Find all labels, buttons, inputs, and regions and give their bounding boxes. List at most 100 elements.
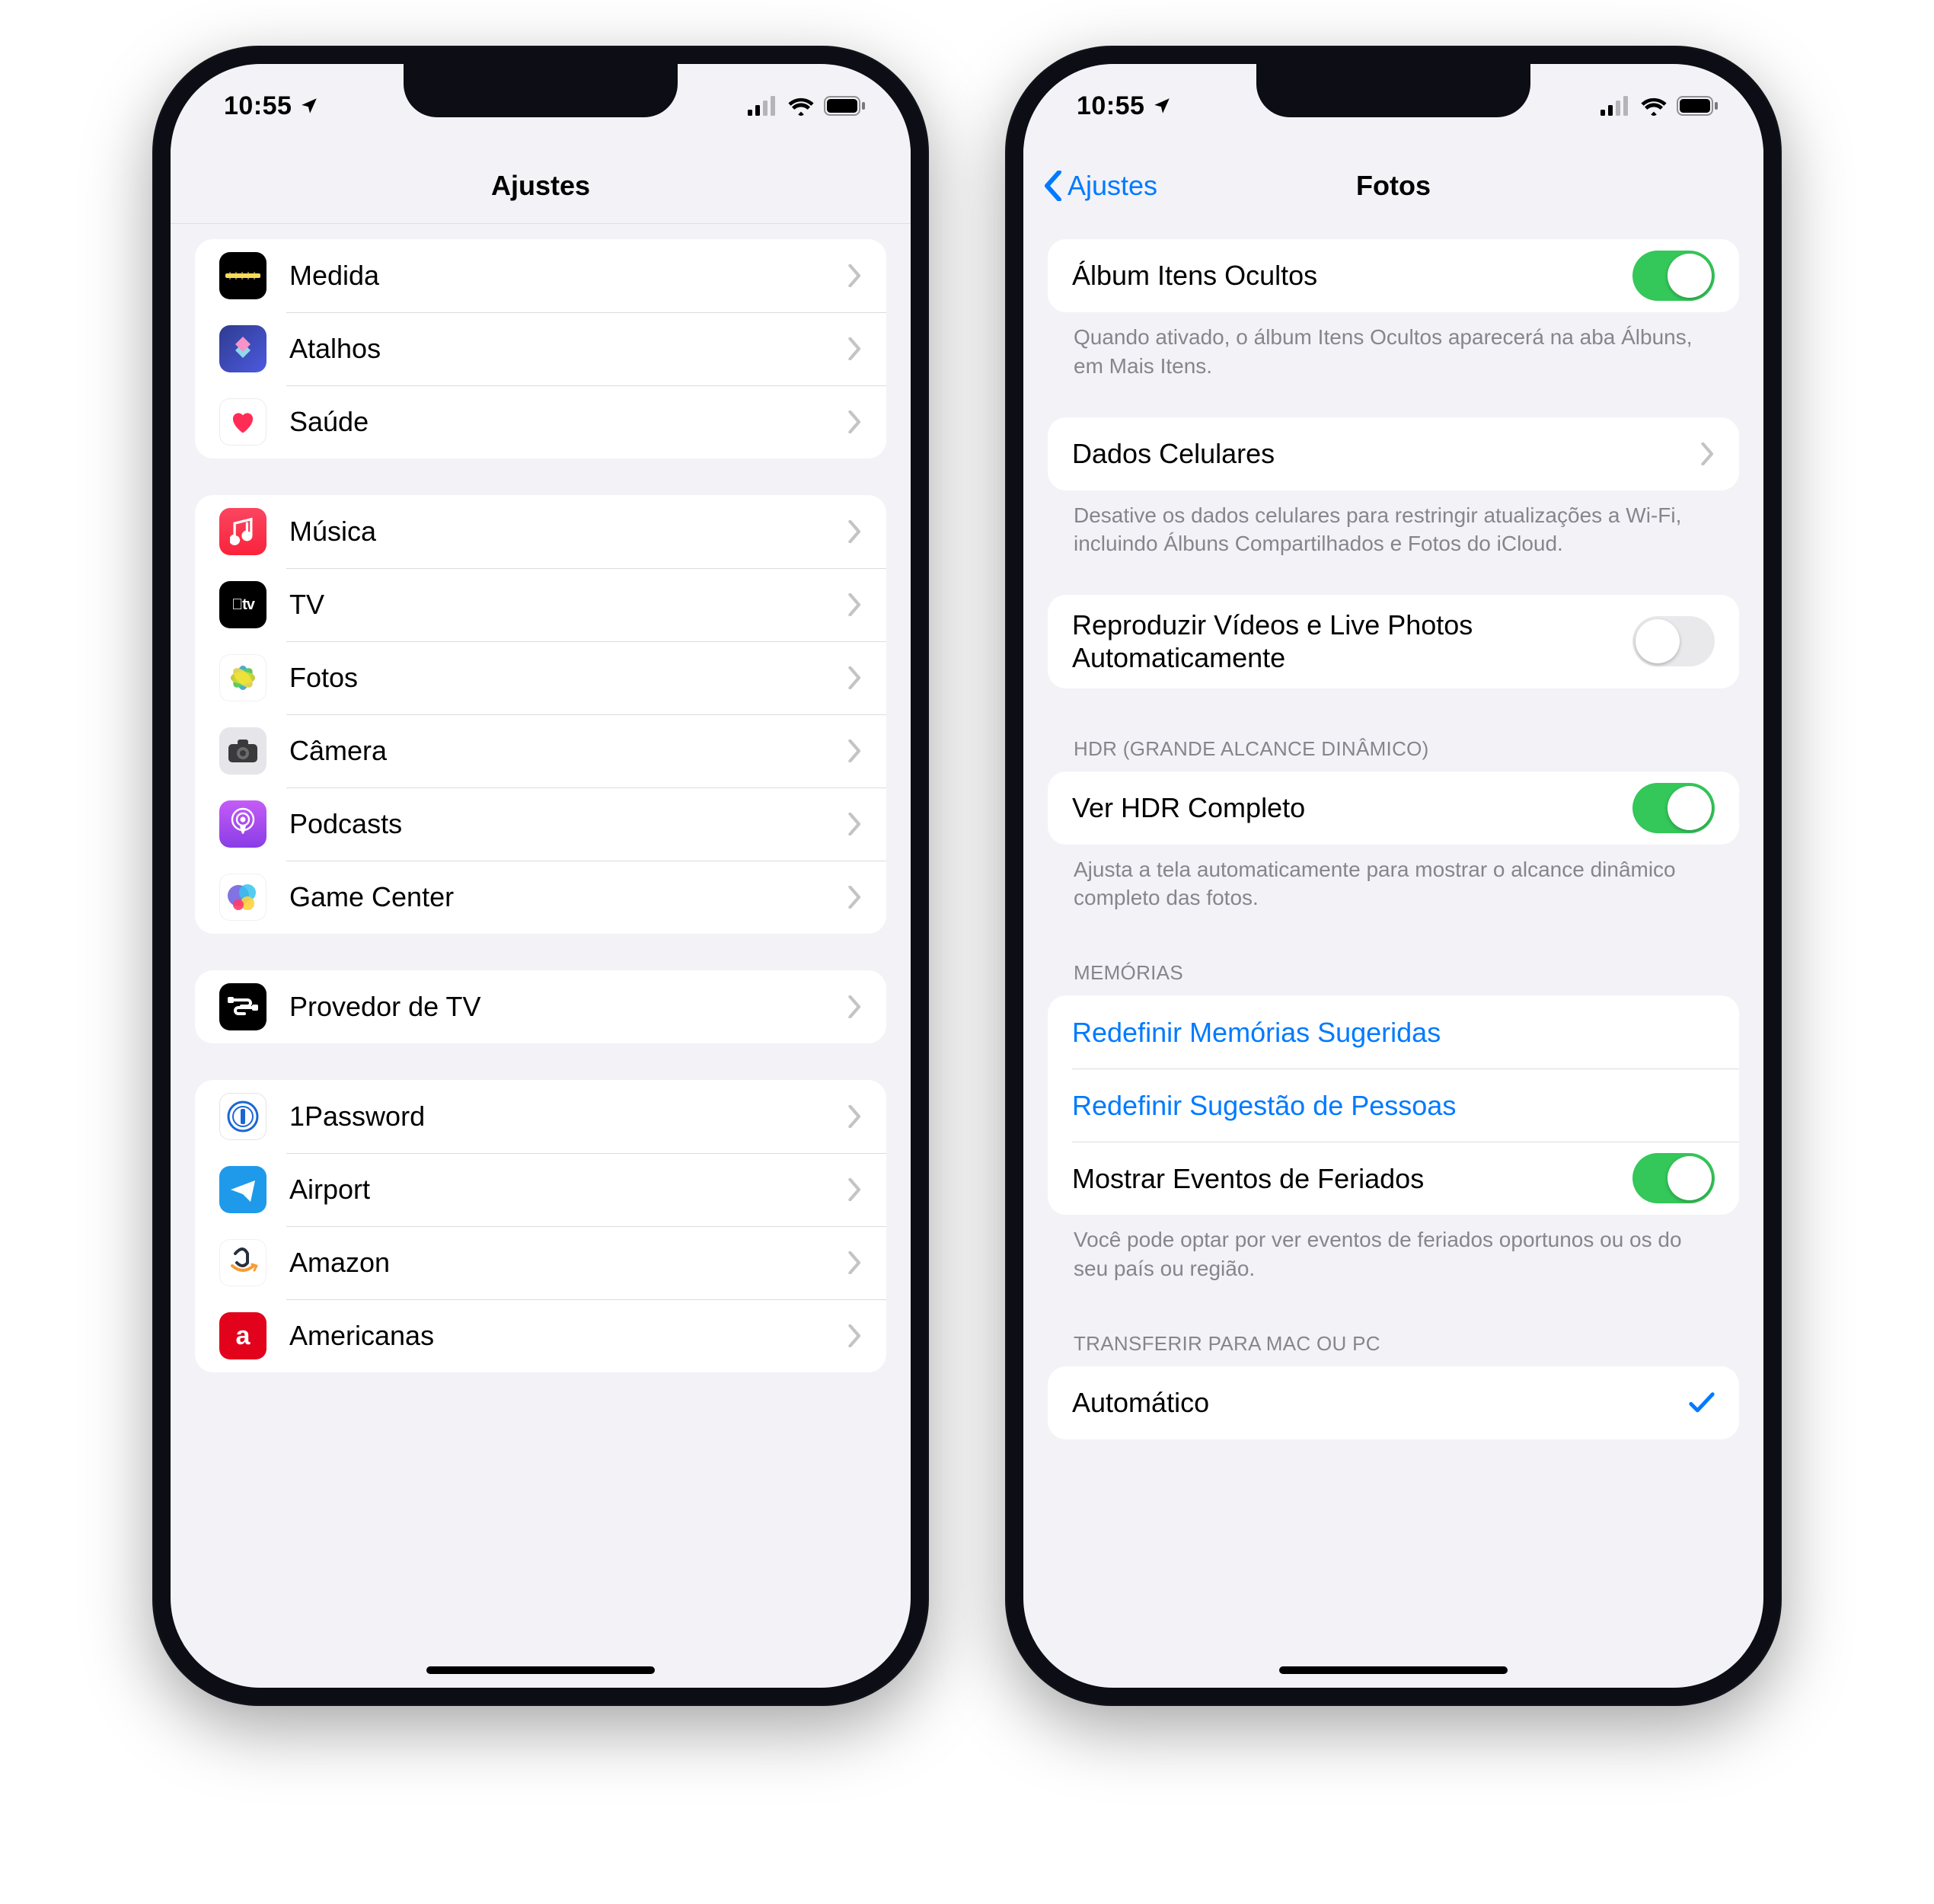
holiday-switch[interactable] [1632,1153,1715,1203]
measure-icon [219,252,266,299]
row-music[interactable]: Música [195,495,886,568]
row-label: Fotos [289,647,848,708]
row-shortcuts[interactable]: Atalhos [195,312,886,385]
phone-left: 10:55 Ajustes Medida [152,46,929,1706]
settings-list[interactable]: Medida Atalhos Saúde [171,224,911,1688]
home-indicator[interactable] [1279,1666,1508,1674]
device-notch [1256,64,1530,117]
photos-icon [219,654,266,701]
status-time: 10:55 [224,91,292,121]
row-photos[interactable]: Fotos [195,641,886,714]
row-1password[interactable]: 1Password [195,1080,886,1153]
row-label: Saúde [289,391,848,452]
hdr-switch[interactable] [1632,783,1715,833]
row-tv[interactable]: tv TV [195,568,886,641]
row-label: Automático [1072,1372,1689,1433]
row-label: Amazon [289,1232,848,1292]
chevron-right-icon [848,411,862,433]
amazon-icon [219,1239,266,1286]
row-label: Música [289,501,848,561]
onepassword-icon [219,1093,266,1140]
row-gamecenter[interactable]: Game Center [195,861,886,934]
chevron-right-icon [848,813,862,835]
photos-settings[interactable]: Álbum Itens Ocultos Quando ativado, o ál… [1023,224,1763,1688]
row-label: Câmera [289,720,848,781]
row-reset-people[interactable]: Redefinir Sugestão de Pessoas [1048,1069,1739,1142]
nav-bar: Ajustes Fotos [1023,148,1763,224]
location-icon [1152,96,1172,116]
chevron-right-icon [848,995,862,1018]
row-autoplay[interactable]: Reproduzir Vídeos e Live Photos Automati… [1048,595,1739,688]
row-camera[interactable]: Câmera [195,714,886,787]
chevron-right-icon [848,1178,862,1201]
row-label: Dados Celulares [1072,423,1701,484]
music-icon [219,508,266,555]
hdr-header: HDR (GRANDE ALCANCE DINÂMICO) [1048,725,1739,762]
shortcuts-icon [219,325,266,372]
device-notch [404,64,678,117]
back-label: Ajustes [1068,170,1157,202]
row-label: Americanas [289,1305,848,1366]
chevron-right-icon [848,264,862,287]
hidden-album-switch[interactable] [1632,251,1715,301]
gamecenter-icon [219,874,266,921]
hdr-footer: Ajusta a tela automaticamente para mostr… [1048,845,1739,913]
chevron-right-icon [848,666,862,689]
row-label: 1Password [289,1086,848,1146]
row-hdr[interactable]: Ver HDR Completo [1048,772,1739,845]
phone-right: 10:55 Ajustes Fotos Álbum Itens Ocultos [1005,46,1782,1706]
battery-icon [824,96,866,116]
row-hidden-album[interactable]: Álbum Itens Ocultos [1048,239,1739,312]
row-label: Game Center [289,867,848,927]
chevron-right-icon [848,593,862,616]
podcasts-icon [219,800,266,848]
row-health[interactable]: Saúde [195,385,886,458]
wifi-icon [787,96,815,116]
row-tv-provider[interactable]: Provedor de TV [195,970,886,1043]
row-label: Airport [289,1159,848,1219]
chevron-right-icon [848,1251,862,1274]
tvprovider-icon [219,983,266,1030]
row-label: Redefinir Sugestão de Pessoas [1072,1075,1715,1136]
autoplay-switch[interactable] [1632,616,1715,666]
row-transfer-auto[interactable]: Automático [1048,1366,1739,1439]
row-holiday-events[interactable]: Mostrar Eventos de Feriados [1048,1142,1739,1215]
cell-signal-icon [748,96,778,116]
chevron-right-icon [848,520,862,543]
battery-icon [1677,96,1719,116]
americanas-icon: a [219,1312,266,1359]
memories-header: MEMÓRIAS [1048,949,1739,986]
row-cellular-data[interactable]: Dados Celulares [1048,417,1739,490]
page-title: Fotos [1356,170,1431,202]
row-label: Podcasts [289,794,848,854]
row-americanas[interactable]: a Americanas [195,1299,886,1372]
chevron-right-icon [1701,442,1715,465]
nav-bar: Ajustes [171,148,911,224]
row-amazon[interactable]: Amazon [195,1226,886,1299]
airport-icon [219,1166,266,1213]
row-label: Mostrar Eventos de Feriados [1072,1148,1632,1209]
row-reset-memories[interactable]: Redefinir Memórias Sugeridas [1048,995,1739,1069]
chevron-right-icon [848,337,862,360]
row-label: Ver HDR Completo [1072,778,1632,838]
home-indicator[interactable] [426,1666,655,1674]
chevron-left-icon [1043,171,1063,201]
location-icon [299,96,319,116]
wifi-icon [1640,96,1668,116]
back-button[interactable]: Ajustes [1043,170,1157,202]
row-label: Medida [289,245,848,305]
camera-icon [219,727,266,775]
cellular-footer: Desative os dados celulares para restrin… [1048,490,1739,559]
hidden-album-footer: Quando ativado, o álbum Itens Ocultos ap… [1048,312,1739,381]
cell-signal-icon [1600,96,1631,116]
row-label: Atalhos [289,318,848,379]
chevron-right-icon [848,886,862,909]
row-measure[interactable]: Medida [195,239,886,312]
row-podcasts[interactable]: Podcasts [195,787,886,861]
row-label: Reproduzir Vídeos e Live Photos Automati… [1072,595,1632,688]
health-icon [219,398,266,446]
row-label: Provedor de TV [289,976,848,1037]
row-airport[interactable]: Airport [195,1153,886,1226]
chevron-right-icon [848,740,862,762]
row-label: TV [289,574,848,634]
